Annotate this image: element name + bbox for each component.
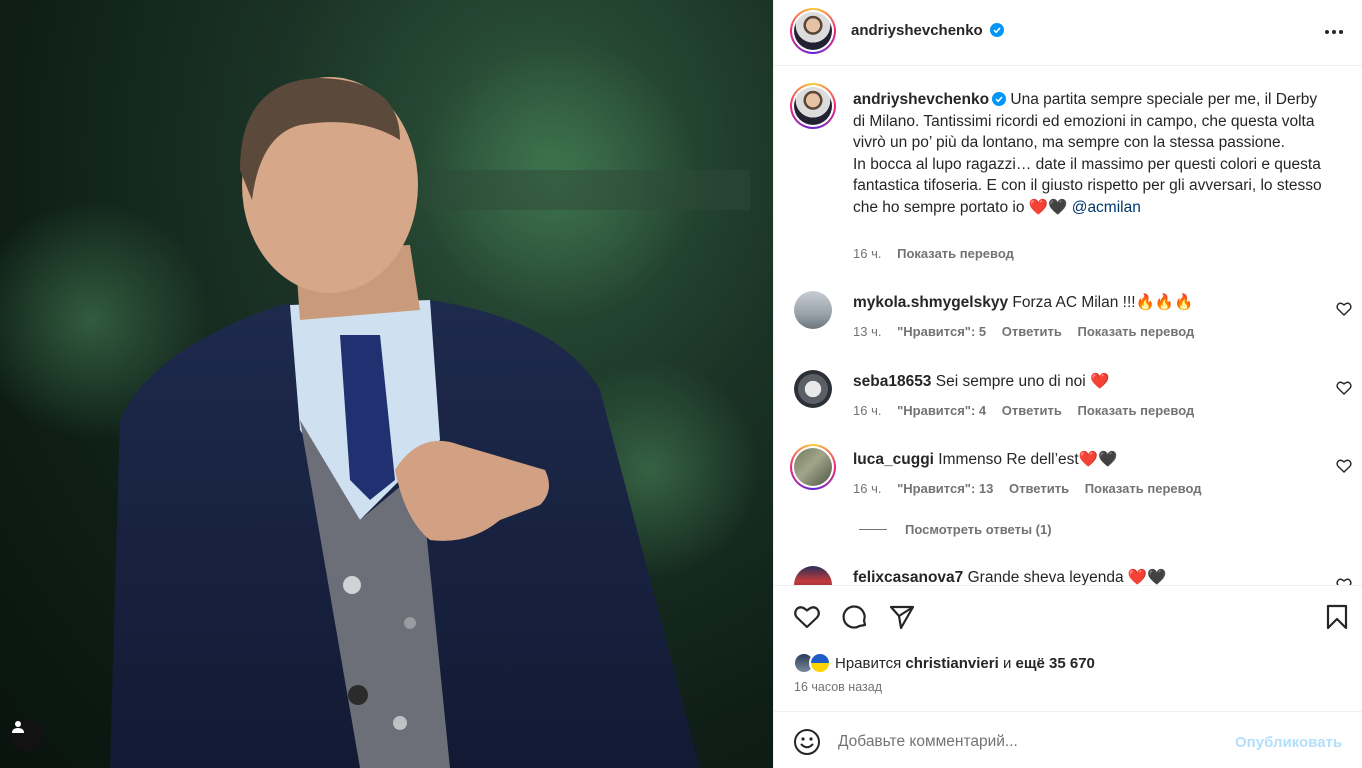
liker-avatar[interactable] [809,652,831,674]
tagged-user-button[interactable] [11,720,43,752]
mention-link[interactable]: @acmilan [1072,199,1141,216]
comment-item: felixcasanova7 Grande sheva leyenda ❤️🖤 [853,568,1166,585]
comment-time[interactable]: 16 ч. [853,403,881,418]
liker-username[interactable]: christianvieri [905,655,998,672]
comment-text: Forza AC Milan !!!🔥🔥🔥 [1012,294,1194,311]
caption-emoji: ❤️🖤 [1028,198,1068,216]
comment-time[interactable]: 16 ч. [853,481,881,496]
comment-text: Grande sheva leyenda ❤️🖤 [967,569,1167,585]
post-caption: andriyshevchenko Una partita sempre spec… [853,89,1323,218]
add-comment-bar: Опубликовать [774,711,1362,768]
post-header: andriyshevchenko [774,0,1362,66]
comment-reply-button[interactable]: Ответить [1002,324,1062,339]
likes-count[interactable]: ещё 35 670 [1016,655,1095,672]
likes-conjunction: и [1002,654,1012,672]
comment-likes-count[interactable]: "Нравится": 4 [897,403,986,418]
comment-likes-count[interactable]: "Нравится": 5 [897,324,986,339]
man-portrait-illustration [0,40,760,768]
verified-badge-icon [989,23,1004,37]
comment-item: luca_cuggi Immenso Re dell’est❤️🖤 [853,450,1117,469]
comment-reply-button[interactable]: Ответить [1002,403,1062,418]
replies-divider [859,529,887,530]
post-details-panel: andriyshevchenko andriyshevchenko Una pa… [773,0,1362,768]
comment-bubble-icon[interactable] [841,603,869,631]
comment-like-heart-icon[interactable] [1336,301,1352,317]
comment-translate-button[interactable]: Показать перевод [1085,481,1202,496]
more-dots-icon [1325,30,1343,34]
comment-username[interactable]: felixcasanova7 [853,569,963,585]
caption-time[interactable]: 16 ч. [853,246,881,261]
bookmark-icon[interactable] [1323,603,1351,631]
comment-item: mykola.shmygelskyy Forza AC Milan !!!🔥🔥🔥 [853,293,1193,312]
more-options-button[interactable] [1320,18,1348,46]
comment-username[interactable]: luca_cuggi [853,451,934,468]
comment-input[interactable] [838,730,1218,754]
comment-username[interactable]: mykola.shmygelskyy [853,294,1008,311]
user-icon [12,721,24,733]
author-username[interactable]: andriyshevchenko [851,22,983,39]
comment-avatar[interactable] [794,291,832,329]
comment-reply-button[interactable]: Ответить [1009,481,1069,496]
comment-avatar[interactable] [794,566,832,585]
post-time-ago[interactable]: 16 часов назад [794,680,882,694]
likes-text[interactable]: Нравится christianvieri и ещё 35 670 [835,655,1095,672]
caption-author-avatar[interactable] [790,83,836,129]
comment-avatar[interactable] [794,370,832,408]
caption-meta: 16 ч. Показать перевод [853,246,1026,261]
publish-button[interactable]: Опубликовать [1235,734,1342,751]
comment-likes-count[interactable]: "Нравится": 13 [897,481,993,496]
comment-time[interactable]: 13 ч. [853,324,881,339]
comment-text: Immenso Re dell’est❤️🖤 [938,451,1118,468]
caption-username[interactable]: andriyshevchenko [853,91,989,108]
author-avatar[interactable] [790,8,836,54]
comment-username[interactable]: seba18653 [853,373,931,390]
post-photo[interactable] [0,0,773,768]
comment-meta: 13 ч. "Нравится": 5 Ответить Показать пе… [853,324,1206,339]
verified-badge-icon [992,92,1007,106]
comment-meta: 16 ч. "Нравится": 13 Ответить Показать п… [853,481,1213,496]
comment-avatar[interactable] [790,444,836,490]
comment-like-heart-icon[interactable] [1336,458,1352,474]
comment-meta: 16 ч. "Нравится": 4 Ответить Показать пе… [853,403,1206,418]
comment-like-heart-icon[interactable] [1336,577,1352,585]
comments-list[interactable]: andriyshevchenko Una partita sempre spec… [774,67,1362,585]
share-send-icon[interactable] [888,603,916,631]
comment-translate-button[interactable]: Показать перевод [1077,324,1194,339]
comment-text: Sei sempre uno di noi ❤️ [935,373,1110,390]
like-heart-icon[interactable] [793,603,821,631]
emoji-icon[interactable] [793,728,821,756]
comment-item: seba18653 Sei sempre uno di noi ❤️ [853,372,1109,391]
view-replies-button[interactable]: Посмотреть ответы (1) [905,522,1052,537]
caption-translate-button[interactable]: Показать перевод [897,246,1014,261]
likes-prefix: Нравится [835,654,902,672]
post-actions: Нравится christianvieri и ещё 35 670 16 … [774,585,1362,710]
comment-like-heart-icon[interactable] [1336,380,1352,396]
comment-translate-button[interactable]: Показать перевод [1077,403,1194,418]
likes-summary: Нравится christianvieri и ещё 35 670 [793,651,1095,675]
